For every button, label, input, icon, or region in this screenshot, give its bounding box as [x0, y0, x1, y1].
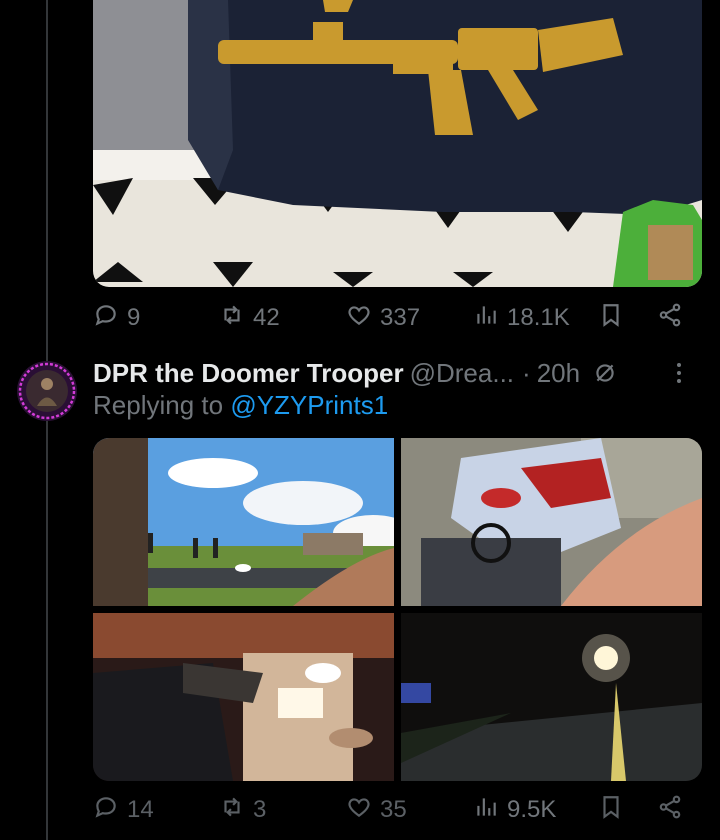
- bookmark-button[interactable]: [598, 298, 624, 338]
- views-button[interactable]: 18.1K: [473, 298, 570, 338]
- share-icon: [657, 794, 683, 827]
- bookmark-icon: [598, 302, 624, 335]
- author-name[interactable]: DPR the Doomer Trooper: [93, 358, 404, 389]
- views-chart-icon: [473, 302, 499, 335]
- replying-to-line: Replying to @YZYPrints1: [93, 390, 388, 421]
- reply-icon: [93, 794, 119, 827]
- tweet-timestamp[interactable]: 20h: [537, 358, 580, 389]
- replying-prefix: Replying to: [93, 390, 224, 420]
- media-thumbnail[interactable]: [93, 613, 394, 781]
- author-avatar[interactable]: [17, 361, 77, 421]
- bookmark-button[interactable]: [598, 790, 624, 830]
- reply-icon: [93, 302, 119, 335]
- tweet1-action-bar: 9 42 337 18.1K: [93, 298, 693, 338]
- header-separator: ·: [522, 357, 531, 388]
- repost-count: 42: [253, 304, 280, 331]
- media-thumbnail[interactable]: [93, 438, 394, 606]
- like-count: 35: [380, 796, 407, 823]
- repost-count: 3: [253, 796, 267, 823]
- tweet2-action-bar: 14 3 35 9.5K: [93, 790, 693, 830]
- views-count: 18.1K: [507, 304, 570, 331]
- media-thumbnail[interactable]: [401, 438, 702, 606]
- tweet-header: DPR the Doomer Trooper @Drea... · 20h: [93, 353, 693, 393]
- tweet-media-grid: [93, 438, 702, 781]
- like-count: 337: [380, 304, 421, 331]
- repost-icon: [219, 794, 245, 827]
- tweet-media-image[interactable]: [93, 0, 702, 287]
- more-options-icon[interactable]: [665, 357, 693, 389]
- repost-button[interactable]: 3: [219, 790, 266, 830]
- media-thumbnail[interactable]: [401, 613, 702, 781]
- reply-count: 14: [127, 796, 154, 823]
- like-button[interactable]: 35: [346, 790, 407, 830]
- grok-icon[interactable]: [592, 360, 618, 386]
- repost-button[interactable]: 42: [219, 298, 280, 338]
- heart-icon: [346, 302, 372, 335]
- reply-count: 9: [127, 304, 141, 331]
- views-button[interactable]: 9.5K: [473, 790, 556, 830]
- replying-to-mention[interactable]: @YZYPrints1: [230, 390, 388, 420]
- bookmark-icon: [598, 794, 624, 827]
- views-count: 9.5K: [507, 796, 557, 823]
- reply-button[interactable]: 14: [93, 790, 154, 830]
- repost-icon: [219, 302, 245, 335]
- like-button[interactable]: 337: [346, 298, 420, 338]
- views-chart-icon: [473, 794, 499, 827]
- share-icon: [657, 302, 683, 335]
- reply-button[interactable]: 9: [93, 298, 140, 338]
- share-button[interactable]: [657, 790, 683, 830]
- heart-icon: [346, 794, 372, 827]
- share-button[interactable]: [657, 298, 683, 338]
- author-handle[interactable]: @Drea...: [410, 358, 514, 389]
